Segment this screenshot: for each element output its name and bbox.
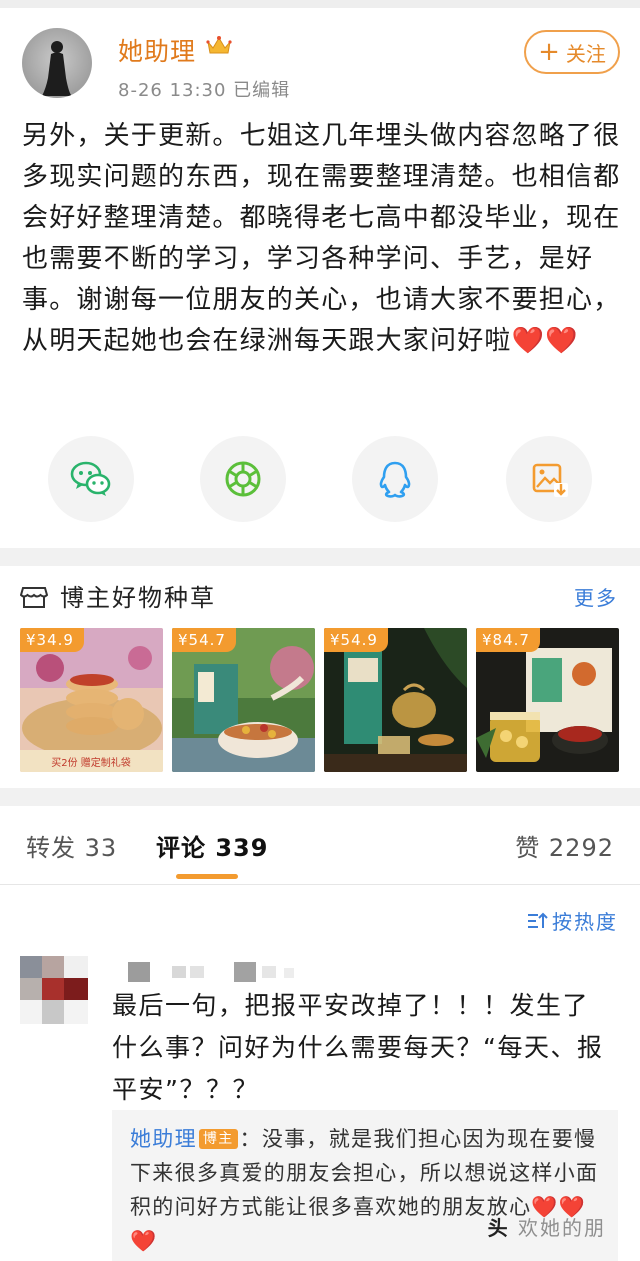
comment-text: 最后一句，把报平安改掉了！！！发生了什么事？问好为什么需要每天？“每天、报平安”… [112, 991, 604, 1104]
save-image-icon [532, 463, 568, 497]
top-separator [0, 0, 640, 8]
avatar[interactable] [22, 28, 92, 98]
products-header: 博主好物种草 更多 [20, 578, 618, 614]
tab-repost[interactable]: 转发 33 [26, 828, 117, 863]
post-body: 另外，关于更新。七姐这几年埋头做内容忽略了很多现实问题的东西，现在需要整理清楚。… [22, 116, 622, 362]
product-card[interactable]: ¥84.7 [476, 628, 619, 772]
blogger-badge: 博主 [198, 1129, 238, 1149]
tab-like[interactable]: 赞 2292 [515, 828, 614, 863]
tabs-border [0, 884, 640, 885]
sort-icon [528, 912, 548, 928]
reply-author[interactable]: 她助理 [130, 1127, 197, 1151]
share-row [0, 436, 640, 524]
price-tag: ¥54.7 [172, 628, 236, 652]
product-card[interactable]: ¥54.9 [324, 628, 467, 772]
tab-comment[interactable]: 评论 339 [156, 828, 268, 863]
share-qq-button[interactable] [352, 436, 438, 522]
store-icon [20, 587, 48, 608]
author-name[interactable]: 她助理 [118, 32, 196, 68]
interaction-tabs: 转发 33 评论 339 赞 2292 [0, 808, 640, 884]
section-divider [0, 548, 640, 566]
watermark-logo: 头 [487, 1216, 510, 1240]
product-row: 买2份 赠定制礼袋 ¥34.9 ¥54.7 ¥54.9 ¥84.7 [20, 628, 620, 773]
watermark: 头 欢她的朋 [488, 1212, 606, 1241]
price-tag: ¥34.9 [20, 628, 84, 652]
sort-button[interactable]: 按热度 [526, 906, 618, 935]
price-tag: ¥84.7 [476, 628, 540, 652]
silhouette-figure [42, 41, 72, 96]
plus-icon: + [538, 37, 560, 67]
share-moments-button[interactable] [200, 436, 286, 522]
products-title: 博主好物种草 [60, 584, 216, 612]
wechat-icon [70, 461, 111, 496]
follow-button[interactable]: + 关注 [524, 30, 620, 74]
share-wechat-button[interactable] [48, 436, 134, 522]
commenter-name-pixelated[interactable] [110, 960, 310, 984]
commenter-avatar[interactable] [20, 956, 88, 1024]
sort-label: 按热度 [552, 910, 618, 934]
price-tag: ¥54.9 [324, 628, 388, 652]
product-caption: 买2份 赠定制礼袋 [51, 756, 131, 769]
follow-label: 关注 [565, 41, 606, 66]
active-tab-indicator [176, 874, 238, 879]
section-divider [0, 788, 640, 806]
product-card[interactable]: 买2份 赠定制礼袋 ¥34.9 [20, 628, 163, 772]
watermark-text: 欢她的朋 [518, 1216, 606, 1240]
crown-icon [206, 36, 232, 54]
qq-icon [379, 461, 411, 498]
products-more-link[interactable]: 更多 [574, 582, 618, 611]
heart-emoji: ❤️❤️ [511, 326, 579, 356]
product-card[interactable]: ¥54.7 [172, 628, 315, 772]
post-meta: 8-26 13:30 已编辑 [118, 80, 291, 101]
moments-icon [225, 461, 261, 497]
post-header: 她助理 8-26 13:30 已编辑 + 关注 [22, 28, 620, 101]
save-image-button[interactable] [506, 436, 592, 522]
post-body-text: 另外，关于更新。七姐这几年埋头做内容忽略了很多现实问题的东西，现在需要整理清楚。… [22, 121, 621, 356]
